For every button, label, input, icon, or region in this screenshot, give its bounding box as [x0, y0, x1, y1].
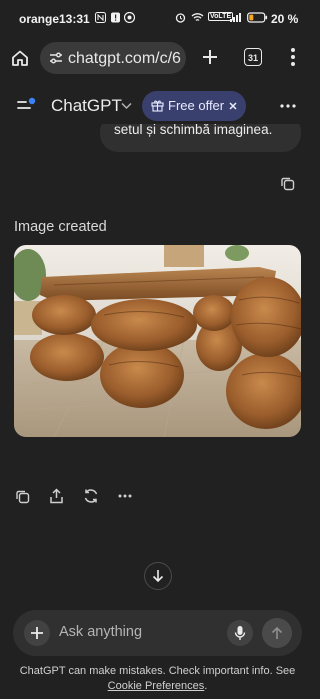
clock: 13:31 — [59, 12, 90, 26]
battery-percent: 20 % — [271, 12, 299, 26]
signal-icon — [230, 13, 241, 22]
browser-toolbar: chatgpt.com/c/6 31 — [0, 38, 315, 78]
notification-icon — [111, 12, 120, 23]
copy-icon[interactable] — [15, 489, 30, 504]
free-offer-button[interactable]: Free offer — [142, 91, 246, 121]
arrow-up-icon — [271, 626, 283, 639]
prompt-input[interactable]: Ask anything — [59, 624, 142, 640]
disclaimer-text: ChatGPT can make mistakes. Check importa… — [19, 665, 296, 677]
nfc-icon — [95, 12, 106, 23]
plus-icon — [31, 627, 43, 639]
attach-button[interactable] — [24, 620, 50, 646]
more-actions-icon[interactable] — [118, 494, 132, 498]
share-icon[interactable] — [49, 488, 64, 504]
tune-icon[interactable] — [49, 51, 63, 65]
scroll-down-button[interactable] — [144, 562, 172, 590]
plus-icon[interactable] — [201, 48, 219, 66]
wooden-furniture-image — [14, 245, 301, 437]
model-selector[interactable]: ChatGPT — [51, 96, 122, 116]
send-button[interactable] — [262, 618, 292, 648]
free-offer-label: Free offer — [168, 98, 225, 113]
sidebar-icon[interactable] — [17, 97, 37, 113]
copy-icon[interactable] — [280, 176, 295, 191]
cookie-preferences-link[interactable]: Cookie Preferences — [108, 680, 205, 692]
chevron-down-icon[interactable] — [121, 102, 132, 110]
alarm-icon — [175, 13, 186, 23]
composer: Ask anything — [13, 610, 302, 656]
chrome-icon — [124, 12, 135, 23]
address-bar[interactable]: chatgpt.com/c/6 — [40, 42, 186, 74]
status-bar: orange 13:31 VoLTE 20 % — [0, 0, 315, 38]
tab-switcher-button[interactable]: 31 — [244, 48, 262, 66]
generated-image[interactable] — [14, 245, 301, 437]
battery-icon — [247, 12, 268, 23]
disclaimer-period: . — [204, 680, 208, 692]
carrier-label: orange — [19, 12, 60, 26]
arrow-down-icon — [152, 570, 164, 583]
image-created-label: Image created — [14, 219, 107, 235]
home-icon[interactable] — [10, 48, 30, 68]
more-options-icon[interactable] — [280, 104, 296, 108]
mic-icon — [234, 626, 246, 640]
kebab-icon[interactable] — [290, 47, 296, 67]
refresh-icon[interactable] — [83, 488, 99, 504]
url-text: chatgpt.com/c/6 — [68, 50, 181, 67]
disclaimer: ChatGPT can make mistakes. Check importa… — [0, 664, 315, 694]
voice-button[interactable] — [227, 620, 253, 646]
wifi-icon — [191, 13, 204, 21]
gift-icon — [151, 100, 164, 112]
close-icon[interactable] — [229, 102, 237, 110]
app-header: ChatGPT Free offer — [0, 84, 315, 128]
